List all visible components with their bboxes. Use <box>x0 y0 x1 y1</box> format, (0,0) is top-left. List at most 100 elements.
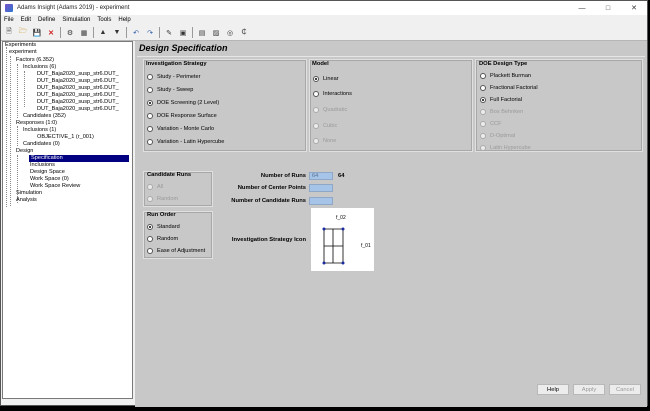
report-icon[interactable]: ▤ <box>197 28 207 38</box>
tree-design-space[interactable]: Design Space <box>30 169 65 176</box>
doe-option: CCF <box>480 121 502 127</box>
model-group-title: Model <box>312 61 329 67</box>
doe-option: D-Optimal <box>480 133 515 139</box>
run-order-option[interactable]: Random <box>147 236 178 242</box>
candidate-runs-option: Random <box>147 196 178 202</box>
image-icon[interactable]: ▣ <box>178 28 188 38</box>
doe-group-title: DOE Design Type <box>479 61 528 67</box>
strategy-option[interactable]: Variation - Latin Hypercube <box>147 139 224 145</box>
toolbar: 🗎 🗁 💾 ✕ ⚙ ▦ ▲ ▼ ↶ ↷ ✎ ▣ ▤ ▨ ◎ ₵ <box>1 25 647 41</box>
tree-response-inclusions[interactable]: Inclusions (1) <box>23 127 56 134</box>
tree-factor-candidates[interactable]: Candidates (352) <box>23 113 66 120</box>
redo-icon[interactable]: ↷ <box>145 28 155 38</box>
tree-factor-item[interactable]: DUT_Baja2020_susp_str6.DUT_ <box>37 71 119 78</box>
title-bar: Adams Insight (Adams 2019) - experiment … <box>1 1 647 15</box>
axis-label-top: f_02 <box>336 215 346 221</box>
run-order-option[interactable]: Standard <box>147 224 180 230</box>
minimize-icon[interactable]: — <box>569 1 595 15</box>
axis-label-right: f_01 <box>361 243 371 249</box>
strategy-group-title: Investigation Strategy <box>146 61 207 67</box>
help-button[interactable]: Help <box>537 384 569 395</box>
tree-factor-item[interactable]: DUT_Baja2020_susp_str6.DUT_ <box>37 78 119 85</box>
new-icon[interactable]: 🗎 <box>4 28 14 38</box>
tree-specification[interactable]: Specification <box>29 155 129 162</box>
tree-simulation[interactable]: Simulation <box>16 190 42 197</box>
model-option[interactable]: Interactions <box>313 91 352 97</box>
web-icon[interactable]: ◎ <box>225 28 235 38</box>
tree-experiments[interactable]: Experiments <box>5 42 36 49</box>
help-icon[interactable]: ₵ <box>239 28 249 38</box>
model-option: Quadratic <box>313 107 347 113</box>
tree-factor-item[interactable]: DUT_Baja2020_susp_str6.DUT_ <box>37 92 119 99</box>
save-icon[interactable]: 💾 <box>32 28 42 38</box>
tree-factor-item[interactable]: DUT_Baja2020_susp_str6.DUT_ <box>37 99 119 106</box>
center-points-label: Number of Center Points <box>237 185 306 191</box>
build-icon[interactable]: ⚙ <box>65 28 75 38</box>
app-logo-icon <box>5 4 13 12</box>
menu-edit[interactable]: Edit <box>21 17 31 23</box>
number-of-runs-value: 64 <box>338 173 345 179</box>
strategy-option[interactable]: DOE Response Surface <box>147 113 217 119</box>
tree-work-space[interactable]: Work Space (0) <box>30 176 69 183</box>
tree-design-inclusions[interactable]: Inclusions <box>30 162 55 169</box>
divider <box>137 56 645 57</box>
tree-responses[interactable]: Responses (1:0) <box>16 120 57 127</box>
menu-simulation[interactable]: Simulation <box>62 17 90 23</box>
tree-factor-inclusions[interactable]: Inclusions (6) <box>23 64 56 71</box>
run-order-title: Run Order <box>147 212 176 218</box>
doe-option: Box Behnken <box>480 109 523 115</box>
doe-option[interactable]: Plackett Burman <box>480 73 531 79</box>
candidate-runs-count-field[interactable] <box>309 197 333 205</box>
menu-bar: File Edit Define Simulation Tools Help <box>1 15 647 25</box>
window-title: Adams Insight (Adams 2019) - experiment <box>17 5 130 11</box>
delete-icon[interactable]: ✕ <box>46 28 56 38</box>
export-icon[interactable]: ▦ <box>79 28 89 38</box>
undo-icon[interactable]: ↶ <box>131 28 141 38</box>
doe-option: Latin Hypercube <box>480 145 531 151</box>
menu-help[interactable]: Help <box>118 17 130 23</box>
page-title: Design Specification <box>139 43 228 53</box>
strategy-option[interactable]: Study - Sweep <box>147 87 193 93</box>
up-icon[interactable]: ▲ <box>98 28 108 38</box>
investigation-strategy-icon: f_02 f_01 <box>311 208 374 271</box>
model-option[interactable]: Linear <box>313 76 339 82</box>
model-option: None <box>313 138 336 144</box>
open-icon[interactable]: 🗁 <box>18 28 28 38</box>
apply-button[interactable]: Apply <box>573 384 605 395</box>
strategy-option[interactable]: Study - Perimeter <box>147 74 201 80</box>
center-points-field[interactable] <box>309 184 333 192</box>
maximize-icon[interactable]: □ <box>595 1 621 15</box>
edit-icon[interactable]: ✎ <box>164 28 174 38</box>
candidate-runs-option: All <box>147 184 163 190</box>
doe-option[interactable]: Fractional Factorial <box>480 85 538 91</box>
design-specification-panel: Design Specification Investigation Strat… <box>135 41 647 407</box>
cancel-button[interactable]: Cancel <box>609 384 641 395</box>
tree-response-candidates[interactable]: Candidates (0) <box>23 141 60 148</box>
tree-factor-item[interactable]: DUT_Baja2020_susp_str6.DUT_ <box>37 85 119 92</box>
chart-icon[interactable]: ▨ <box>211 28 221 38</box>
strategy-option[interactable]: DOE Screening (2 Level) <box>147 100 219 106</box>
strategy-icon-label: Investigation Strategy Icon <box>231 237 306 243</box>
run-order-option[interactable]: Ease of Adjustment <box>147 248 205 254</box>
strategy-option[interactable]: Variation - Monte Carlo <box>147 126 214 132</box>
menu-file[interactable]: File <box>4 17 14 23</box>
tree-analysis[interactable]: Analysis <box>16 197 37 204</box>
candidate-runs-count-label: Number of Candidate Runs <box>231 198 306 204</box>
down-icon[interactable]: ▼ <box>112 28 122 38</box>
number-of-runs-field[interactable]: 64 <box>309 172 333 180</box>
tree-factor-item[interactable]: DUT_Baja2020_susp_str6.DUT_ <box>37 106 119 113</box>
app-window: Adams Insight (Adams 2019) - experiment … <box>0 0 648 407</box>
menu-define[interactable]: Define <box>38 17 55 23</box>
close-icon[interactable]: ✕ <box>621 1 647 15</box>
candidate-runs-title: Candidate Runs <box>147 172 192 178</box>
model-option: Cubic <box>313 123 337 129</box>
navigation-tree: Experiments experiment Factors (6.352) I… <box>2 41 133 399</box>
tree-objective[interactable]: OBJECTIVE_1 (r_001) <box>37 134 94 141</box>
doe-option[interactable]: Full Factorial <box>480 97 522 103</box>
number-of-runs-label: Number of Runs <box>260 173 306 179</box>
tree-factors[interactable]: Factors (6.352) <box>16 57 54 64</box>
tree-design[interactable]: Design <box>16 148 33 155</box>
tree-work-space-review[interactable]: Work Space Review <box>30 183 80 190</box>
tree-experiment[interactable]: experiment <box>9 49 37 56</box>
menu-tools[interactable]: Tools <box>97 17 111 23</box>
